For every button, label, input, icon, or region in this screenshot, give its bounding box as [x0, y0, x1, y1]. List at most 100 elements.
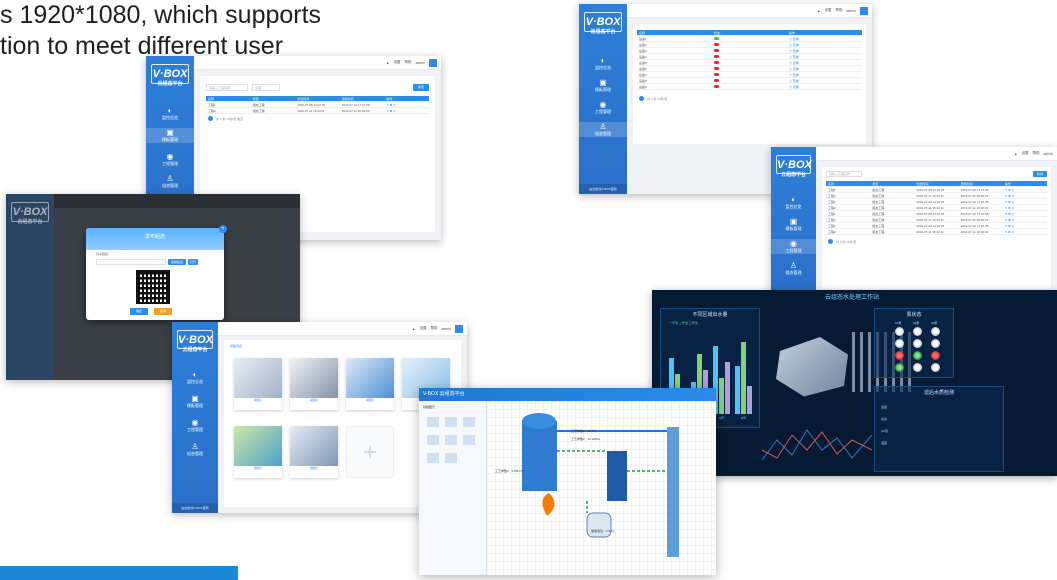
- chart-tick-label: D区: [741, 416, 746, 419]
- help-link[interactable]: 帮助: [404, 60, 411, 65]
- diagram-canvas[interactable]: 工艺参数1：35.6℃ 工艺参数2：12.4MPa 工艺参数3：0.85m³/h…: [487, 401, 716, 575]
- reaction-tower: [522, 421, 557, 491]
- globe-icon: ◉: [166, 152, 174, 161]
- app-cube-icon[interactable]: [455, 324, 463, 333]
- pump-status-light: [931, 339, 940, 348]
- palette-item[interactable]: [427, 453, 439, 463]
- close-icon[interactable]: ×: [219, 225, 227, 233]
- notification-icon[interactable]: ▲: [817, 9, 820, 13]
- process-flow-diagram: [522, 413, 679, 557]
- process-diagram-window: V-BOX 云组态平台 基础图元 工艺参数1：35.6℃ 工艺参数2：12.4M…: [419, 388, 716, 575]
- copy-link-button[interactable]: 复制链接: [168, 259, 186, 265]
- open-link-button[interactable]: 打开: [188, 259, 198, 265]
- nav-item-monitor[interactable]: ◐ 监控总览: [579, 56, 627, 71]
- nav-item-template[interactable]: ▣ 模板管理: [146, 128, 194, 143]
- notification-icon[interactable]: ▲: [1014, 152, 1017, 156]
- table-row[interactable]: 工程2 组态工程 2019-07-11 15:10:11 2019-07-11 16:…: [206, 108, 429, 114]
- nav-item-config[interactable]: ♙ 组态管理: [172, 442, 218, 457]
- sidebar: V·BOX 云组态平台: [6, 194, 54, 380]
- brand-logo[interactable]: V·BOX 云组态平台: [584, 12, 622, 35]
- storage-tank: [586, 512, 612, 538]
- sidebar-footer-link[interactable]: 由此前往V-BOX官网: [579, 184, 627, 194]
- template-card[interactable]: 模板5: [234, 426, 282, 478]
- brand-logo[interactable]: V·BOX 云组态平台: [776, 155, 812, 178]
- status-badge: [714, 36, 719, 40]
- type-filter[interactable]: 全部: [252, 84, 280, 91]
- nav-item-template[interactable]: ▣ 模板管理: [172, 394, 218, 409]
- pagination[interactable]: 共 9 条 10条/页: [828, 239, 856, 244]
- pump-status-light: [895, 339, 904, 348]
- status-badge: [714, 48, 719, 52]
- bottom-accent-bar: [0, 566, 238, 580]
- user-menu[interactable]: admin: [415, 61, 425, 65]
- confirm-button[interactable]: 确定: [130, 308, 148, 315]
- globe-icon: ◉: [790, 239, 797, 248]
- pagination[interactable]: 共 2 条 10条/页 跳至: [208, 116, 243, 121]
- share-link-input[interactable]: [96, 259, 166, 265]
- trend-line-chart: [762, 429, 872, 461]
- search-input[interactable]: 请输入工程名称: [206, 84, 248, 91]
- palette-item[interactable]: [427, 417, 439, 427]
- component-palette: 基础图元: [419, 401, 487, 575]
- publish-modal: 发布组态 分享链接 复制链接 打开 确定 取消 ×: [86, 225, 227, 320]
- add-template-card[interactable]: +: [346, 426, 394, 478]
- nav-item-config[interactable]: ♙ 组态管理: [146, 174, 194, 189]
- nav-item-project[interactable]: ◉ 工程管理: [172, 418, 218, 433]
- palette-item[interactable]: [463, 435, 475, 445]
- tab-template-list[interactable]: 模板列表: [230, 344, 242, 348]
- template-card[interactable]: 模板1: [234, 358, 282, 410]
- gauge-icon: ◐: [600, 56, 606, 65]
- project-table: 名称 类型 创建时间 更新时间 操作 工程1 组态工程 2019-07-08 14:22:3…: [206, 96, 429, 114]
- table-row[interactable]: 设备9 ◎ 查看: [637, 84, 862, 90]
- notification-icon[interactable]: ▲: [386, 61, 389, 65]
- palette-item[interactable]: [445, 435, 457, 445]
- nav-item-monitor[interactable]: ◐ 监控总览: [172, 370, 218, 385]
- template-thumbnail: [234, 358, 282, 398]
- setting-link[interactable]: 设置: [393, 60, 400, 65]
- user-icon: ♙: [166, 174, 174, 183]
- search-input[interactable]: 请输入工程名称: [826, 171, 862, 177]
- brand-logo[interactable]: V·BOX 云组态平台: [11, 202, 49, 225]
- nav-item-project[interactable]: ◉ 工程管理: [771, 239, 816, 254]
- palette-item[interactable]: [445, 417, 457, 427]
- pump-status-light: [913, 327, 922, 336]
- palette-item[interactable]: [427, 435, 439, 445]
- pagination[interactable]: 共 9 条 10条/页: [639, 96, 667, 101]
- table-row[interactable]: 工程2 组态工程 2019-07-11 15:10:11 2019-07-11 16:…: [826, 229, 1047, 235]
- share-label: 分享链接: [96, 252, 109, 256]
- dashboard-icon: ▣: [599, 78, 607, 87]
- brand-logo[interactable]: V·BOX 云组态平台: [177, 330, 213, 353]
- template-card[interactable]: 模板6: [290, 426, 338, 478]
- add-button[interactable]: 新增: [413, 84, 429, 91]
- nav-item-project[interactable]: ◉ 工程管理: [579, 100, 627, 115]
- chart-bar: [741, 342, 746, 414]
- pump-status-panel: 泵状态 1#泵 2#泵 3#泵: [874, 308, 954, 378]
- palette-item[interactable]: [445, 453, 457, 463]
- nav-item-template[interactable]: ▣ 模板管理: [579, 78, 627, 93]
- pump-status-light: [931, 327, 940, 336]
- nav-item-template[interactable]: ▣ 模板管理: [771, 217, 816, 232]
- pump-status-light: [895, 351, 904, 360]
- dashboard-title: 云组态水处理工作站: [824, 295, 879, 301]
- template-card[interactable]: 模板2: [290, 358, 338, 410]
- sidebar-footer-link[interactable]: 由此前往V-BOX官网: [172, 503, 218, 513]
- nav-item-monitor[interactable]: ◐ 监控总览: [771, 195, 816, 210]
- qr-code: [136, 270, 170, 304]
- cancel-button[interactable]: 取消: [154, 308, 172, 315]
- app-cube-icon[interactable]: [429, 58, 437, 67]
- app-cube-icon[interactable]: [860, 6, 868, 15]
- pump-status-light: [913, 351, 922, 360]
- notification-icon[interactable]: ▲: [412, 327, 415, 331]
- pump-status-light: [931, 363, 940, 372]
- brand-logo[interactable]: V·BOX 云组态平台: [151, 64, 189, 87]
- nav-item-config[interactable]: ♙ 组态管理: [579, 122, 627, 137]
- top-bar: ▲ 设置 帮助 admin: [627, 4, 872, 18]
- nav-item-monitor[interactable]: ◐ 监控总览: [146, 106, 194, 121]
- nav-item-project[interactable]: ◉ 工程管理: [146, 152, 194, 167]
- palette-item[interactable]: [463, 417, 475, 427]
- nav-item-config[interactable]: ♙ 组态管理: [771, 261, 816, 276]
- dashboard-icon: ▣: [166, 128, 174, 137]
- dashboard-icon: ▣: [789, 217, 798, 226]
- template-card[interactable]: 模板3: [346, 358, 394, 410]
- add-button[interactable]: 新增: [1033, 171, 1047, 177]
